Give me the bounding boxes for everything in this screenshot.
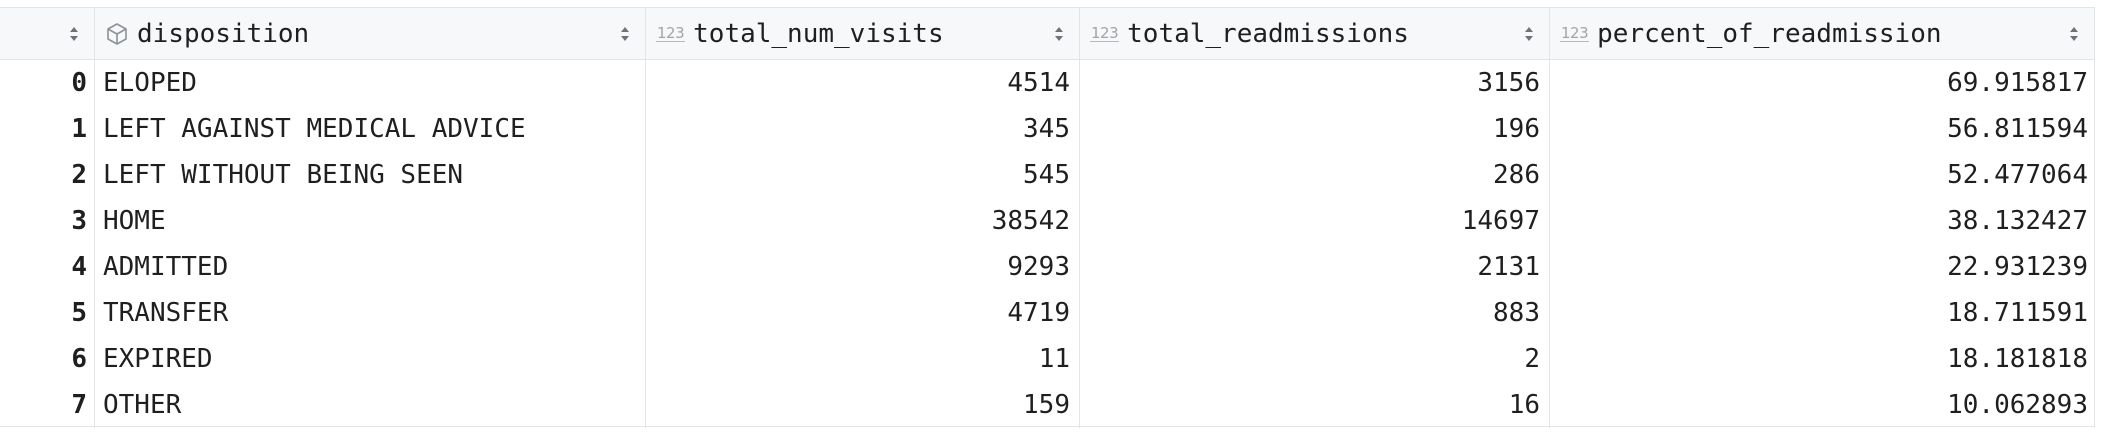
table-row[interactable]: 4 ADMITTED 9293 2131 22.931239 <box>0 244 2095 290</box>
cell-percent-of-readmission[interactable]: 56.811594 <box>1550 106 2095 152</box>
cell-total-num-visits[interactable]: 4719 <box>646 290 1080 336</box>
cell-disposition[interactable]: OTHER <box>95 382 646 428</box>
cell-disposition[interactable]: LEFT WITHOUT BEING SEEN <box>95 152 646 198</box>
sort-icon[interactable] <box>1523 24 1535 44</box>
cell-total-readmissions[interactable]: 2 <box>1080 336 1550 382</box>
column-header-disposition[interactable]: disposition <box>95 8 646 59</box>
cell-total-num-visits[interactable]: 11 <box>646 336 1080 382</box>
column-header-total-num-visits[interactable]: 123 total_num_visits <box>646 8 1080 59</box>
sort-icon[interactable] <box>619 24 631 44</box>
cell-total-readmissions[interactable]: 14697 <box>1080 198 1550 244</box>
grid-bottom-border <box>0 426 2095 427</box>
cell-percent-of-readmission[interactable]: 38.132427 <box>1550 198 2095 244</box>
cell-percent-of-readmission[interactable]: 18.181818 <box>1550 336 2095 382</box>
cell-disposition[interactable]: EXPIRED <box>95 336 646 382</box>
cell-percent-of-readmission[interactable]: 18.711591 <box>1550 290 2095 336</box>
cell-percent-of-readmission[interactable]: 10.062893 <box>1550 382 2095 428</box>
cell-total-num-visits[interactable]: 159 <box>646 382 1080 428</box>
cell-total-num-visits[interactable]: 38542 <box>646 198 1080 244</box>
cell-disposition[interactable]: ADMITTED <box>95 244 646 290</box>
row-index: 1 <box>0 106 95 152</box>
table-header: disposition 123 total_num_visits 123 tot… <box>0 7 2095 60</box>
cell-total-readmissions[interactable]: 883 <box>1080 290 1550 336</box>
column-header-label: percent_of_readmission <box>1597 18 1942 49</box>
row-index: 2 <box>0 152 95 198</box>
column-header-label: disposition <box>137 18 310 49</box>
row-index: 6 <box>0 336 95 382</box>
cell-total-readmissions[interactable]: 16 <box>1080 382 1550 428</box>
cell-total-num-visits[interactable]: 545 <box>646 152 1080 198</box>
cell-total-readmissions[interactable]: 196 <box>1080 106 1550 152</box>
numeric-123-icon: 123 <box>656 24 686 42</box>
row-index: 7 <box>0 382 95 428</box>
cell-disposition[interactable]: ELOPED <box>95 60 646 106</box>
table-row[interactable]: 6 EXPIRED 11 2 18.181818 <box>0 336 2095 382</box>
cell-disposition[interactable]: HOME <box>95 198 646 244</box>
table-row[interactable]: 2 LEFT WITHOUT BEING SEEN 545 286 52.477… <box>0 152 2095 198</box>
column-header-total-readmissions[interactable]: 123 total_readmissions <box>1080 8 1550 59</box>
row-index: 4 <box>0 244 95 290</box>
cell-total-readmissions[interactable]: 286 <box>1080 152 1550 198</box>
sort-icon[interactable] <box>68 24 80 44</box>
table-row[interactable]: 5 TRANSFER 4719 883 18.711591 <box>0 290 2095 336</box>
cube-icon <box>105 22 129 46</box>
row-index: 3 <box>0 198 95 244</box>
sort-icon[interactable] <box>2068 24 2080 44</box>
data-grid: disposition 123 total_num_visits 123 tot… <box>0 7 2095 428</box>
cell-total-readmissions[interactable]: 3156 <box>1080 60 1550 106</box>
cell-disposition[interactable]: LEFT AGAINST MEDICAL ADVICE <box>95 106 646 152</box>
numeric-123-icon: 123 <box>1560 24 1590 42</box>
cell-total-readmissions[interactable]: 2131 <box>1080 244 1550 290</box>
column-header-label: total_num_visits <box>693 18 944 49</box>
table-row[interactable]: 1 LEFT AGAINST MEDICAL ADVICE 345 196 56… <box>0 106 2095 152</box>
numeric-123-icon: 123 <box>1090 24 1120 42</box>
cell-total-num-visits[interactable]: 9293 <box>646 244 1080 290</box>
table-row[interactable]: 3 HOME 38542 14697 38.132427 <box>0 198 2095 244</box>
column-header-percent-of-readmission[interactable]: 123 percent_of_readmission <box>1550 8 2095 59</box>
cell-percent-of-readmission[interactable]: 69.915817 <box>1550 60 2095 106</box>
cell-disposition[interactable]: TRANSFER <box>95 290 646 336</box>
column-header-label: total_readmissions <box>1127 18 1409 49</box>
row-index: 5 <box>0 290 95 336</box>
table-row[interactable]: 7 OTHER 159 16 10.062893 <box>0 382 2095 428</box>
table-row[interactable]: 0 ELOPED 4514 3156 69.915817 <box>0 60 2095 106</box>
cell-total-num-visits[interactable]: 345 <box>646 106 1080 152</box>
row-index: 0 <box>0 60 95 106</box>
cell-percent-of-readmission[interactable]: 22.931239 <box>1550 244 2095 290</box>
index-column-header[interactable] <box>0 8 95 59</box>
cell-total-num-visits[interactable]: 4514 <box>646 60 1080 106</box>
cell-percent-of-readmission[interactable]: 52.477064 <box>1550 152 2095 198</box>
sort-icon[interactable] <box>1053 24 1065 44</box>
